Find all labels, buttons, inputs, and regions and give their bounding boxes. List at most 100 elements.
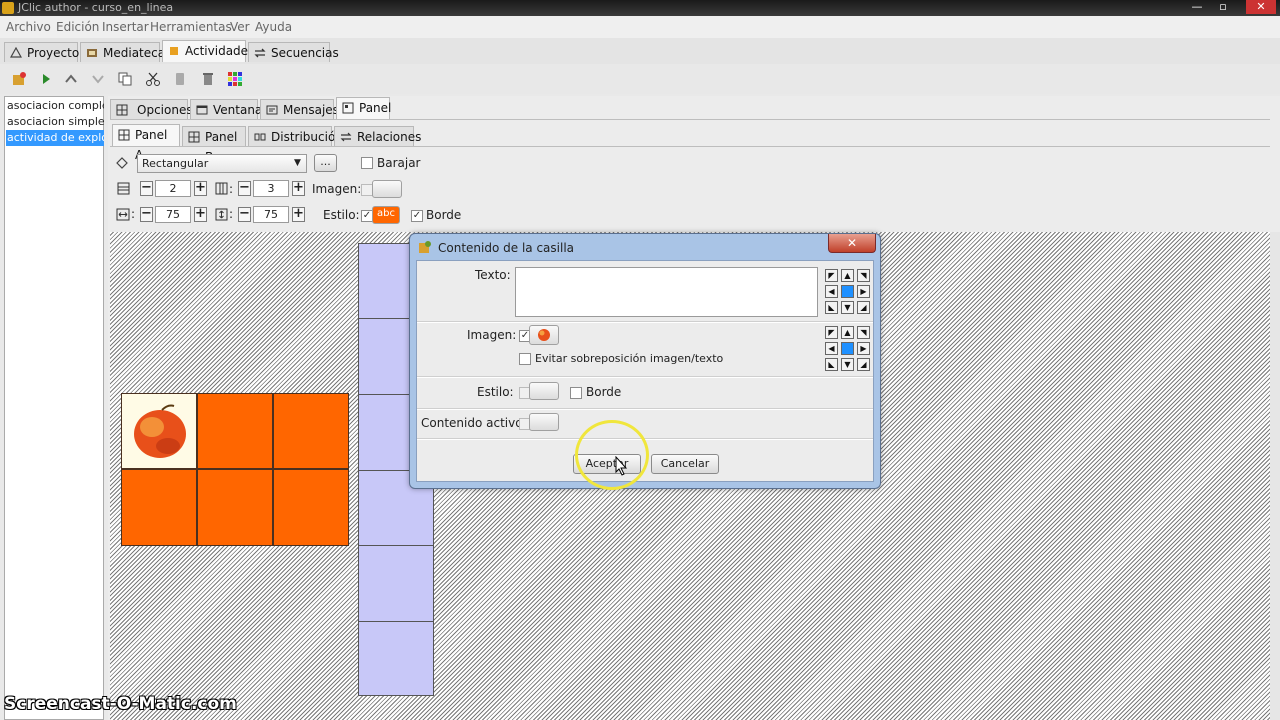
tab-label: Opciones — [137, 103, 193, 117]
borde-checkbox[interactable] — [570, 387, 582, 399]
align-top-right-button[interactable]: ◥ — [857, 326, 870, 339]
panel-icon — [342, 102, 354, 114]
align-bottom-button[interactable]: ▼ — [841, 358, 854, 371]
align-top-button[interactable]: ▲ — [841, 326, 854, 339]
play-icon[interactable] — [38, 71, 54, 87]
tab-relaciones[interactable]: Relaciones — [334, 126, 421, 146]
list-item[interactable]: asociacion compleja — [6, 98, 104, 114]
align-bottom-button[interactable]: ▼ — [841, 301, 854, 314]
estilo-swatch-button[interactable]: abc — [372, 206, 400, 224]
rows-decrement-button[interactable]: − — [140, 181, 153, 196]
align-top-button[interactable]: ▲ — [841, 269, 854, 282]
align-left-button[interactable]: ◀ — [825, 285, 838, 298]
dialog-close-button[interactable]: ✕ — [828, 234, 876, 253]
height-decrement-button[interactable]: − — [238, 207, 251, 222]
height-increment-button[interactable]: + — [292, 207, 305, 222]
new-activity-icon[interactable] — [11, 71, 27, 87]
cols-field[interactable]: 3 — [253, 180, 289, 197]
more-button[interactable]: ... — [314, 154, 337, 172]
cut-icon[interactable] — [145, 71, 161, 87]
tab-panel[interactable]: Panel — [336, 97, 391, 119]
list-item-selected[interactable]: actividad de explora — [6, 130, 104, 146]
shape-icon — [116, 157, 128, 169]
chevron-down-icon: ▼ — [294, 158, 301, 168]
align-top-left-button[interactable]: ◤ — [825, 269, 838, 282]
grid-cell[interactable] — [197, 393, 273, 469]
minimize-button[interactable]: — — [1186, 0, 1208, 14]
close-button[interactable]: ✕ — [1246, 0, 1276, 14]
paste-icon[interactable] — [172, 71, 188, 87]
evitar-checkbox[interactable] — [519, 353, 531, 365]
columns-icon — [215, 182, 228, 195]
list-item[interactable]: asociacion simple — [6, 114, 104, 130]
grid-cell[interactable] — [273, 393, 349, 469]
grid-cell[interactable] — [273, 469, 349, 546]
maximize-button[interactable]: ▫ — [1212, 0, 1234, 14]
grid-cell[interactable] — [197, 469, 273, 546]
tab-proyecto[interactable]: Proyecto — [4, 42, 80, 62]
cols-increment-button[interactable]: + — [292, 181, 305, 196]
tab-ventana[interactable]: Ventana — [190, 99, 262, 119]
align-bottom-left-button[interactable]: ◣ — [825, 301, 838, 314]
height-field[interactable]: 75 — [253, 206, 289, 223]
tab-label: Proyecto — [27, 46, 80, 60]
watermark: Screencast-O-Matic.com — [4, 694, 237, 714]
move-down-icon[interactable] — [90, 71, 106, 87]
align-bottom-right-button[interactable]: ◢ — [857, 301, 870, 314]
menu-insertar[interactable]: Insertar — [102, 20, 149, 34]
texto-textarea[interactable] — [515, 267, 818, 317]
estilo-swatch-button[interactable] — [529, 382, 559, 400]
align-top-right-button[interactable]: ◥ — [857, 269, 870, 282]
align-left-button[interactable]: ◀ — [825, 342, 838, 355]
tab-panel-a[interactable]: Panel A — [112, 124, 180, 162]
title-bar: JClic author - curso_en_linea — ▫ ✕ — [0, 0, 1280, 16]
width-field[interactable]: 75 — [155, 206, 191, 223]
grid-colors-icon[interactable] — [227, 71, 243, 87]
vertical-scrollbar[interactable] — [1270, 232, 1280, 720]
cols-decrement-button[interactable]: − — [238, 181, 251, 196]
grid-cell[interactable] — [121, 469, 197, 546]
contenido-activo-button[interactable] — [529, 413, 559, 431]
tab-opciones[interactable]: Opciones — [110, 99, 193, 119]
panel-b-cell[interactable] — [358, 621, 434, 696]
borde-label: Borde — [426, 208, 462, 222]
trash-icon[interactable] — [200, 71, 216, 87]
media-icon — [87, 49, 97, 57]
align-center-button[interactable] — [841, 342, 854, 355]
align-bottom-left-button[interactable]: ◣ — [825, 358, 838, 371]
width-increment-button[interactable]: + — [194, 207, 207, 222]
grid-cell-image[interactable] — [121, 393, 197, 469]
menu-ayuda[interactable]: Ayuda — [255, 20, 292, 34]
menu-bar: Archivo Edición Insertar Herramientas Ve… — [0, 16, 1280, 38]
width-decrement-button[interactable]: − — [140, 207, 153, 222]
align-right-button[interactable]: ▶ — [857, 285, 870, 298]
align-top-left-button[interactable]: ◤ — [825, 326, 838, 339]
align-bottom-right-button[interactable]: ◢ — [857, 358, 870, 371]
align-center-button[interactable] — [841, 285, 854, 298]
layout-icon — [254, 133, 266, 141]
imagen-label: Imagen: — [312, 182, 362, 196]
align-right-button[interactable]: ▶ — [857, 342, 870, 355]
tab-panel-b[interactable]: Panel B — [182, 126, 246, 164]
cancelar-button[interactable]: Cancelar — [651, 454, 719, 474]
panel-b-cell[interactable] — [358, 545, 434, 622]
rows-field[interactable]: 2 — [155, 180, 191, 197]
borde-checkbox[interactable]: ✓ — [411, 210, 423, 222]
menu-archivo[interactable]: Archivo — [6, 20, 51, 34]
tab-distribucion[interactable]: Distribución — [248, 126, 343, 146]
copy-icon[interactable] — [117, 71, 133, 87]
tab-secuencias[interactable]: Secuencias — [248, 42, 339, 62]
tab-mediateca[interactable]: Mediateca — [80, 42, 165, 62]
imagen-picker-button[interactable] — [529, 325, 559, 345]
imagen-picker-button[interactable] — [372, 180, 402, 198]
rows-increment-button[interactable]: + — [194, 181, 207, 196]
barajar-checkbox[interactable] — [361, 157, 373, 169]
menu-ver[interactable]: Ver — [230, 20, 250, 34]
tab-mensajes[interactable]: Mensajes — [260, 99, 339, 119]
move-up-icon[interactable] — [63, 71, 79, 87]
estilo-label: Estilo: — [323, 208, 360, 222]
tab-actividades[interactable]: Actividades — [162, 40, 254, 62]
shape-select[interactable]: Rectangular ▼ — [137, 154, 307, 173]
menu-herramientas[interactable]: Herramientas — [150, 20, 232, 34]
menu-edicion[interactable]: Edición — [56, 20, 99, 34]
